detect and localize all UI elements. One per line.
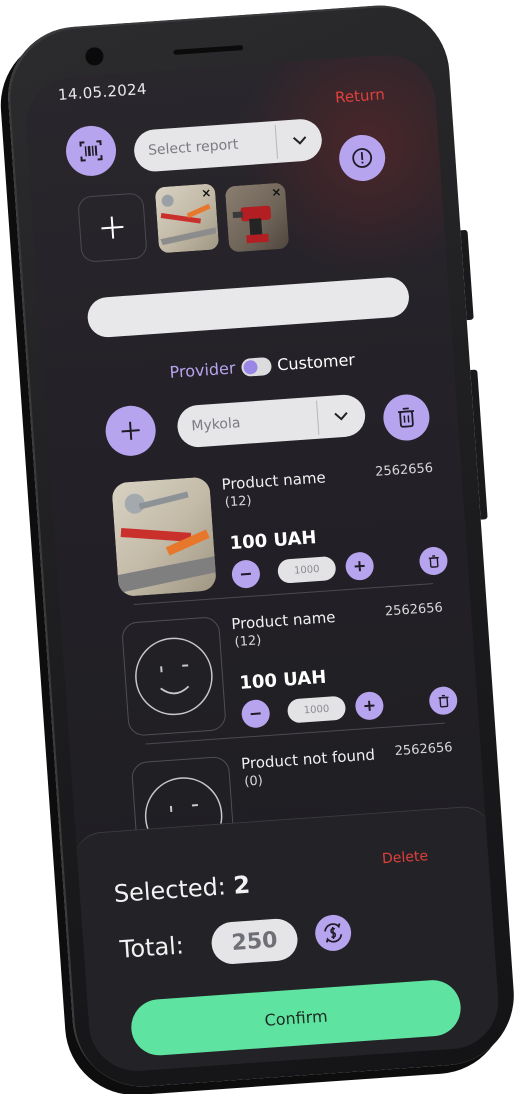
stage: 14.05.2024 Return Select report × × Prov… [0, 0, 517, 1094]
barcode-scan-icon [79, 140, 103, 162]
selected-summary: Selected: 2 [113, 871, 251, 908]
summary-sheet: Selected: 2 Delete Total: 250 Confirm [71, 804, 502, 1075]
delete-product-button[interactable] [428, 685, 459, 716]
phone-frame: 14.05.2024 Return Select report × × Prov… [3, 0, 517, 1092]
increase-qty-button[interactable] [344, 551, 375, 582]
photo-thumbnail[interactable]: × [154, 183, 220, 254]
plus-icon [121, 421, 140, 440]
remove-photo-icon[interactable]: × [271, 185, 282, 200]
trash-icon [397, 407, 415, 428]
product-code: 2562656 [384, 600, 444, 620]
add-person-button[interactable] [103, 404, 158, 458]
increase-qty-button[interactable] [354, 690, 385, 721]
minus-icon [240, 572, 251, 576]
total-value[interactable]: 250 [210, 917, 299, 966]
product-item[interactable]: Product name (12) 2562656 100 UAH 1000 [121, 600, 459, 753]
product-price: 100 UAH [238, 666, 327, 694]
product-price: 100 UAH [229, 527, 318, 555]
volume-button [460, 229, 474, 321]
tools-photo [111, 476, 217, 598]
selected-count: 2 [232, 870, 252, 900]
chevron-down-icon[interactable] [320, 394, 363, 439]
mode-switch[interactable] [240, 356, 272, 377]
person-select[interactable]: Mykola [176, 393, 367, 449]
product-code: 2562656 [374, 460, 434, 480]
total-label: Total: [118, 931, 185, 964]
product-image-placeholder [121, 616, 227, 737]
decrease-qty-button[interactable] [230, 559, 261, 590]
product-name: Product name [220, 468, 327, 494]
return-link[interactable]: Return [335, 85, 386, 106]
provider-label[interactable]: Provider [169, 358, 236, 382]
product-count: (0) [243, 773, 264, 790]
trash-icon [428, 554, 439, 568]
product-count: (12) [224, 493, 253, 511]
currency-exchange-button[interactable] [313, 913, 353, 953]
plus-icon [101, 216, 124, 239]
product-name: Product name [230, 608, 337, 634]
product-item[interactable]: Product name (12) 2562656 100 UAH 1000 [111, 460, 449, 613]
app-screen: 14.05.2024 Return Select report × × Prov… [22, 51, 502, 1075]
product-name: Product not found [240, 745, 376, 773]
smiley-placeholder-icon [135, 637, 213, 716]
report-select-placeholder: Select report [147, 136, 239, 159]
product-image [111, 476, 217, 598]
mode-toggle[interactable]: Provider Customer [169, 350, 355, 382]
add-photo-button[interactable] [77, 192, 148, 263]
delete-person-button[interactable] [381, 392, 431, 443]
quantity-input[interactable]: 1000 [286, 695, 347, 724]
chevron-down-icon[interactable] [278, 118, 321, 163]
delete-selected-link[interactable]: Delete [382, 848, 429, 867]
remove-photo-icon[interactable]: × [201, 186, 212, 201]
info-button[interactable] [337, 133, 387, 183]
status-date: 14.05.2024 [57, 79, 148, 105]
barcode-scan-button[interactable] [64, 124, 118, 178]
person-select-value: Mykola [190, 415, 241, 435]
product-count: (12) [234, 633, 262, 651]
currency-exchange-icon [324, 923, 343, 943]
select-divider [274, 124, 279, 159]
trash-icon [437, 694, 449, 708]
comment-input[interactable] [86, 276, 411, 339]
select-divider [316, 400, 320, 435]
customer-label[interactable]: Customer [277, 350, 356, 374]
plus-icon [354, 561, 365, 572]
photo-thumbnail[interactable]: × [224, 182, 290, 253]
speaker-grille [173, 45, 244, 55]
report-select[interactable]: Select report [132, 117, 324, 173]
minus-icon [250, 712, 261, 716]
delete-product-button[interactable] [418, 546, 449, 576]
quantity-input[interactable]: 1000 [277, 555, 337, 584]
front-camera [82, 44, 107, 69]
confirm-button[interactable]: Confirm [129, 978, 463, 1058]
switch-knob [242, 359, 258, 375]
decrease-qty-button[interactable] [240, 698, 271, 729]
product-code: 2562656 [394, 740, 454, 760]
info-icon [352, 148, 373, 168]
selected-label: Selected: [112, 871, 235, 909]
plus-icon [364, 700, 375, 711]
power-button [470, 369, 488, 520]
